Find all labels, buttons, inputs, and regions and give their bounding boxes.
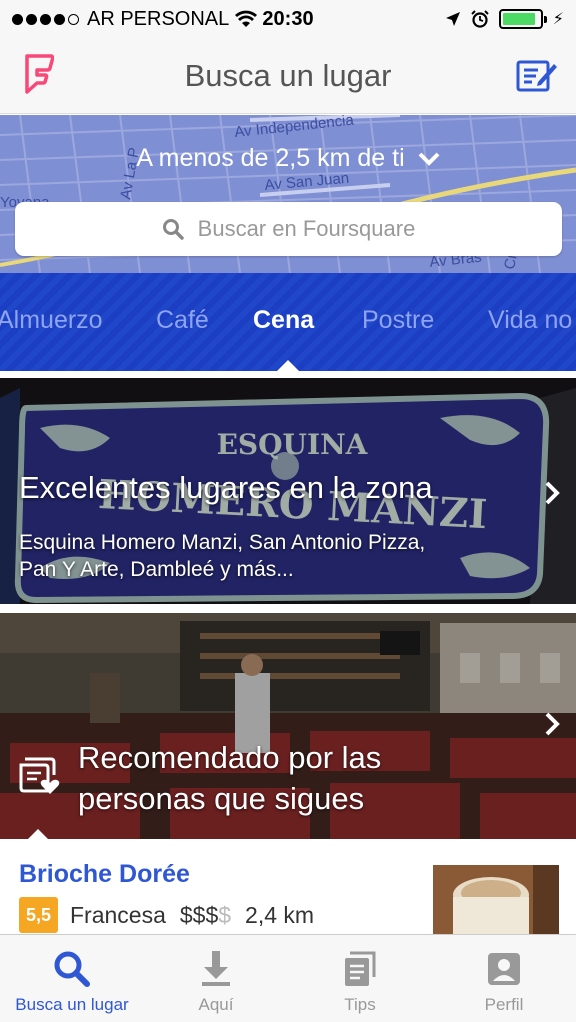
card-subtitle-line: Esquina Homero Manzi, San Antonio Pizza, <box>19 531 426 554</box>
venue-price: $$$ <box>179 901 219 928</box>
chevron-down-icon <box>418 152 439 167</box>
tab-label: Tips <box>344 995 376 1014</box>
venue-meta: 5,5 Francesa $$$ $ 2,4 km <box>19 897 314 933</box>
location-arrow-icon <box>445 12 460 26</box>
tab-label: Perfil <box>484 995 524 1014</box>
charging-bolt-icon: ⚡ <box>552 11 564 28</box>
clock: 20:30 <box>262 7 314 30</box>
category-tabs[interactable]: Almuerzo Café Cena Postre Vida no <box>0 273 576 371</box>
chevron-right-icon <box>545 481 560 505</box>
search-icon <box>162 219 184 240</box>
bottom-tab-bar: Busca un lugar Aquí Tips Perfil <box>0 934 576 1022</box>
tab-aqui[interactable]: Aquí <box>144 935 288 1022</box>
distance-filter[interactable]: A menos de 2,5 km de ti <box>0 144 576 173</box>
recommended-heart-icon <box>19 757 60 794</box>
venue-name[interactable]: Brioche Dorée <box>19 860 190 889</box>
search-icon <box>54 951 90 987</box>
recommended-by-following-card[interactable]: Recomendado por las personas que sigues <box>0 613 576 839</box>
venue-thumbnail[interactable] <box>433 865 559 935</box>
tab-almuerzo[interactable]: Almuerzo <box>0 306 103 335</box>
chevron-right-icon <box>545 712 560 736</box>
venue-rating-badge: 5,5 <box>19 897 58 933</box>
venue-category: Francesa <box>70 901 166 928</box>
card-pointer <box>28 829 48 839</box>
signal-icon <box>12 13 79 25</box>
card-title: Recomendado por las personas que sigues <box>78 737 381 819</box>
alarm-icon <box>471 10 489 28</box>
navigation-bar: Busca un lugar <box>0 38 576 114</box>
card-title: Excelentes lugares en la zona <box>19 470 433 505</box>
tab-perfil[interactable]: Perfil <box>432 935 576 1022</box>
distance-label: A menos de 2,5 km de ti <box>136 144 405 172</box>
download-arrow-icon <box>202 951 230 986</box>
card-subtitle: Esquina Homero Manzi, San Antonio Pizza,… <box>19 529 425 583</box>
profile-icon <box>488 953 520 985</box>
search-placeholder: Buscar en Foursquare <box>197 216 416 241</box>
tab-busca-un-lugar[interactable]: Busca un lugar <box>0 935 144 1022</box>
wifi-icon <box>235 10 258 27</box>
tab-label: Busca un lugar <box>15 995 129 1014</box>
compose-icon[interactable] <box>516 56 558 94</box>
battery-icon <box>498 9 547 29</box>
page-title: Busca un lugar <box>184 57 392 93</box>
card-title-line: Recomendado por las <box>78 740 382 775</box>
map-header[interactable]: Av Independencia Av San Juan Av Bras Cr … <box>0 115 576 273</box>
venue-price-empty: $ <box>218 901 232 928</box>
tab-label: Aquí <box>198 995 234 1014</box>
venue-list-item[interactable]: Brioche Dorée 5,5 Francesa $$$ $ 2,4 km <box>0 829 576 935</box>
status-bar: AR PERSONAL 20:30 ⚡ <box>0 0 576 38</box>
tab-cafe[interactable]: Café <box>156 306 209 335</box>
tab-cena[interactable]: Cena <box>253 306 314 335</box>
tab-postre[interactable]: Postre <box>362 306 434 335</box>
carrier-label: AR PERSONAL <box>87 7 230 30</box>
card-title-line: personas que sigues <box>78 781 365 816</box>
tab-vida-nocturna[interactable]: Vida no <box>488 306 572 335</box>
nearby-places-card[interactable]: ESQUINA HOMERO MANZI Excelentes lugares … <box>0 378 576 604</box>
foursquare-logo-icon[interactable] <box>24 54 54 94</box>
venue-distance: 2,4 km <box>245 901 315 928</box>
tab-tips[interactable]: Tips <box>288 935 432 1022</box>
search-input[interactable]: Buscar en Foursquare <box>15 202 562 256</box>
selected-tab-indicator <box>277 360 299 371</box>
card-subtitle-line: Pan Y Arte, Dambleé y más... <box>19 558 294 581</box>
tips-icon <box>345 951 376 986</box>
